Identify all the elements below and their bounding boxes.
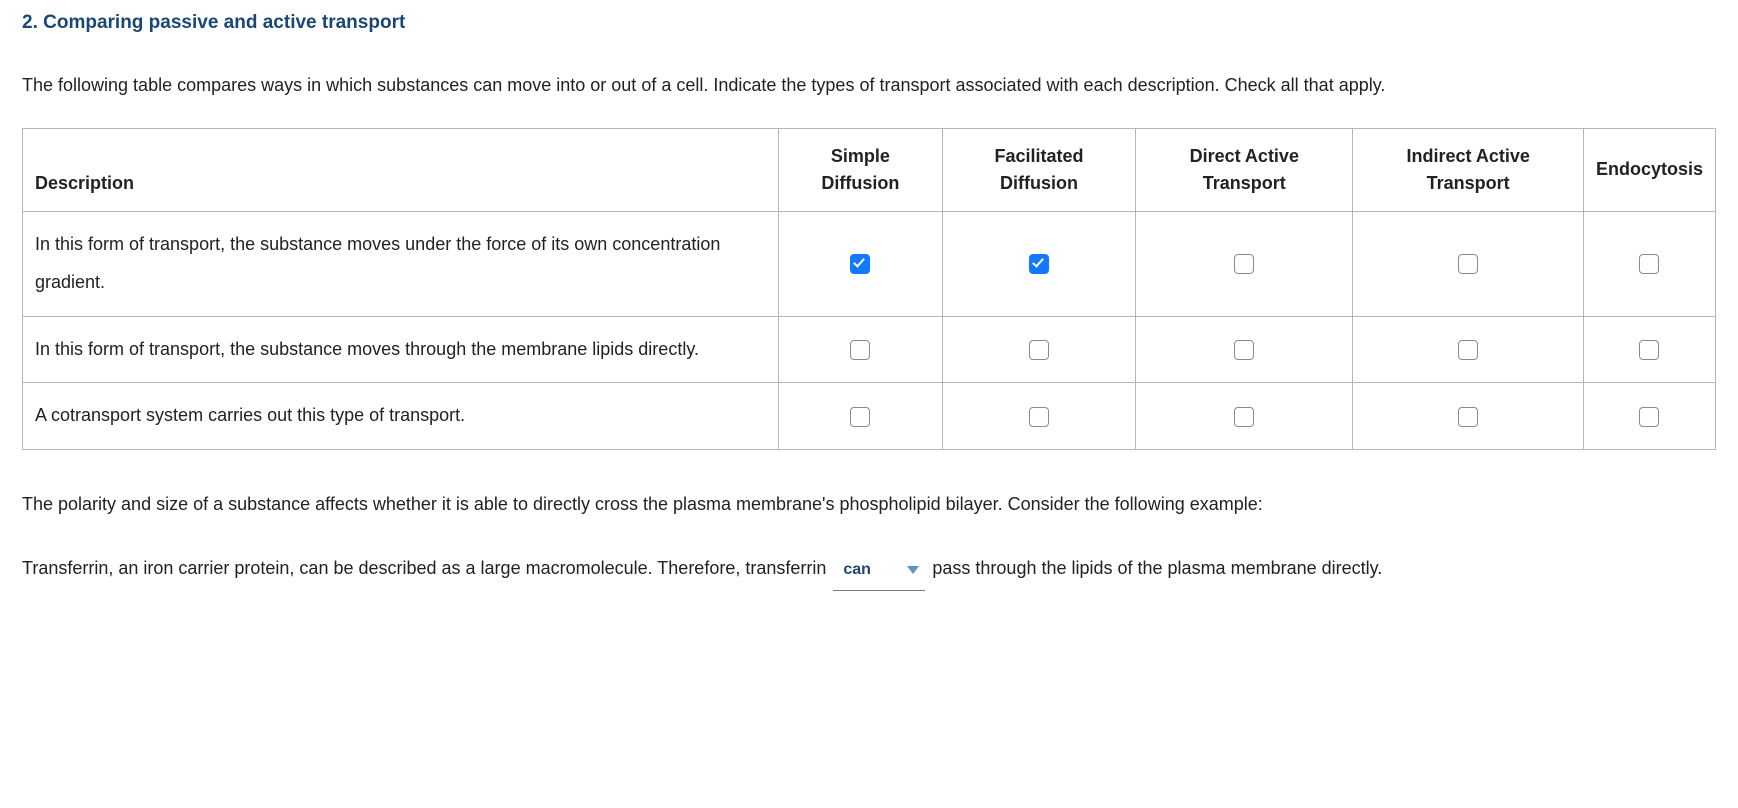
checkbox-cell <box>1353 316 1584 383</box>
th-facilitated-diffusion: Facilitated Diffusion <box>942 128 1135 211</box>
row-description: In this form of transport, the substance… <box>23 211 779 316</box>
checkbox-cell <box>1353 383 1584 450</box>
fill-sentence: Transferrin, an iron carrier protein, ca… <box>22 548 1716 592</box>
sentence-post: pass through the lipids of the plasma me… <box>932 558 1382 578</box>
checkbox[interactable] <box>1234 254 1254 274</box>
checkbox[interactable] <box>1458 340 1478 360</box>
th-direct-active-transport: Direct Active Transport <box>1136 128 1353 211</box>
checkbox[interactable] <box>1458 407 1478 427</box>
th-indirect-active-transport: Indirect Active Transport <box>1353 128 1584 211</box>
checkbox-cell <box>778 383 942 450</box>
table-row: In this form of transport, the substance… <box>23 316 1716 383</box>
th-endocytosis: Endocytosis <box>1583 128 1715 211</box>
chevron-down-icon <box>907 566 919 574</box>
followup-paragraph: The polarity and size of a substance aff… <box>22 484 1716 525</box>
row-description: A cotransport system carries out this ty… <box>23 383 779 450</box>
checkbox-cell <box>942 211 1135 316</box>
th-description: Description <box>23 128 779 211</box>
checkbox-cell <box>1136 211 1353 316</box>
table-row: In this form of transport, the substance… <box>23 211 1716 316</box>
checkbox-cell <box>1583 383 1715 450</box>
dropdown-value: can <box>843 552 871 589</box>
sentence-pre: Transferrin, an iron carrier protein, ca… <box>22 558 831 578</box>
checkbox[interactable] <box>1639 254 1659 274</box>
question-intro: The following table compares ways in whi… <box>22 65 1716 106</box>
checkbox[interactable] <box>850 340 870 360</box>
table-row: A cotransport system carries out this ty… <box>23 383 1716 450</box>
checkbox[interactable] <box>1029 340 1049 360</box>
checkbox[interactable] <box>1234 340 1254 360</box>
checkbox-cell <box>1583 316 1715 383</box>
checkbox[interactable] <box>1639 407 1659 427</box>
checkbox[interactable] <box>1029 254 1049 274</box>
checkbox[interactable] <box>1639 340 1659 360</box>
checkbox[interactable] <box>1234 407 1254 427</box>
checkbox-cell <box>1136 316 1353 383</box>
question-title: 2. Comparing passive and active transpor… <box>22 10 1716 37</box>
checkbox-cell <box>778 211 942 316</box>
checkbox-cell <box>1136 383 1353 450</box>
checkbox[interactable] <box>1029 407 1049 427</box>
checkbox[interactable] <box>850 407 870 427</box>
checkbox-cell <box>1353 211 1584 316</box>
row-description: In this form of transport, the substance… <box>23 316 779 383</box>
checkbox-cell <box>1583 211 1715 316</box>
checkbox-cell <box>942 383 1135 450</box>
checkbox-cell <box>778 316 942 383</box>
th-simple-diffusion: Simple Diffusion <box>778 128 942 211</box>
checkbox[interactable] <box>1458 254 1478 274</box>
transferrin-dropdown[interactable]: can <box>833 552 925 592</box>
checkbox[interactable] <box>850 254 870 274</box>
transport-table: Description Simple Diffusion Facilitated… <box>22 128 1716 450</box>
checkbox-cell <box>942 316 1135 383</box>
